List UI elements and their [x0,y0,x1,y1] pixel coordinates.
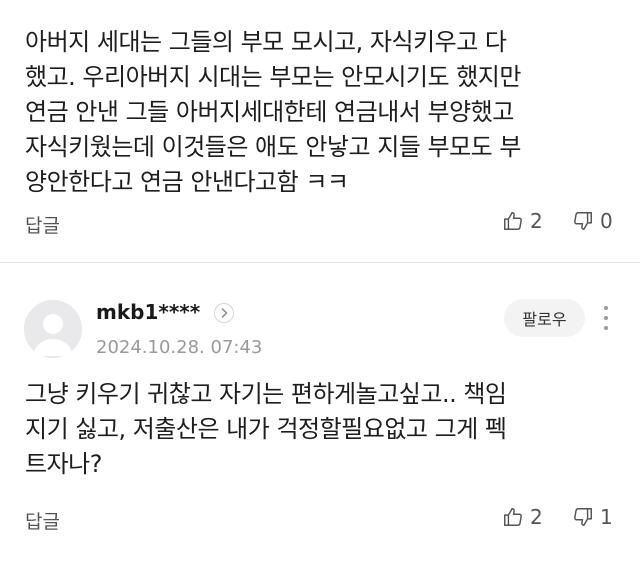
thumbs-down-icon [572,506,594,528]
comment-line-cut [25,0,625,25]
thumbs-down-icon [572,210,594,232]
comment-line: 트자나? [25,450,102,478]
comment-line: 그냥 키우기 귀찮고 자기는 편하게놀고싶고.. 책임 [25,380,507,408]
comment-timestamp: 2024.10.28. 07:43 [96,337,263,358]
dislike-count: 1 [600,505,613,529]
like-button[interactable]: 2 [502,505,543,529]
reply-button[interactable]: 답글 [25,211,60,238]
comment-body: 그냥 키우기 귀찮고 자기는 편하게놀고싶고.. 책임 지기 싫고, 저출산은 … [25,377,625,482]
reply-button[interactable]: 답글 [25,507,60,534]
comment-line: 양안한다고 연금 안낸다고함 ㅋㅋ [25,168,349,196]
comment-line: 아버지 세대는 그들의 부모 모시고, 자식키우고 다 [25,28,507,56]
comment-item: mkb1**** 2024.10.28. 07:43 팔로우 그냥 키우기 귀찮… [0,262,640,568]
chevron-right-icon[interactable] [214,303,234,323]
comment-body: 아버지 세대는 그들의 부모 모시고, 자식키우고 다 했고. 우리아버지 시대… [25,0,625,200]
follow-button[interactable]: 팔로우 [504,299,585,337]
default-avatar-icon[interactable] [24,300,82,358]
vertical-dots-icon[interactable] [596,302,616,334]
comment-line: 지기 싫고, 저출산은 내가 걱정할필요없고 그게 펙 [25,415,507,443]
like-button[interactable]: 2 [502,209,543,233]
thumbs-up-icon [502,210,524,232]
like-count: 2 [530,505,543,529]
comment-line: 자식키웠는데 이것들은 애도 안낳고 지들 부모도 부 [25,133,521,161]
comment-line: 연금 안낸 그들 아버지세대한테 연금내서 부양했고 [25,98,514,126]
thumbs-up-icon [502,506,524,528]
dislike-count: 0 [600,209,613,233]
like-count: 2 [530,209,543,233]
dislike-button[interactable]: 0 [572,209,613,233]
comment-author[interactable]: mkb1**** [96,300,200,324]
comment-line: 했고. 우리아버지 시대는 부모는 안모시기도 했지만 [25,63,521,91]
comment-item: 아버지 세대는 그들의 부모 모시고, 자식키우고 다 했고. 우리아버지 시대… [0,0,640,260]
dislike-button[interactable]: 1 [572,505,613,529]
